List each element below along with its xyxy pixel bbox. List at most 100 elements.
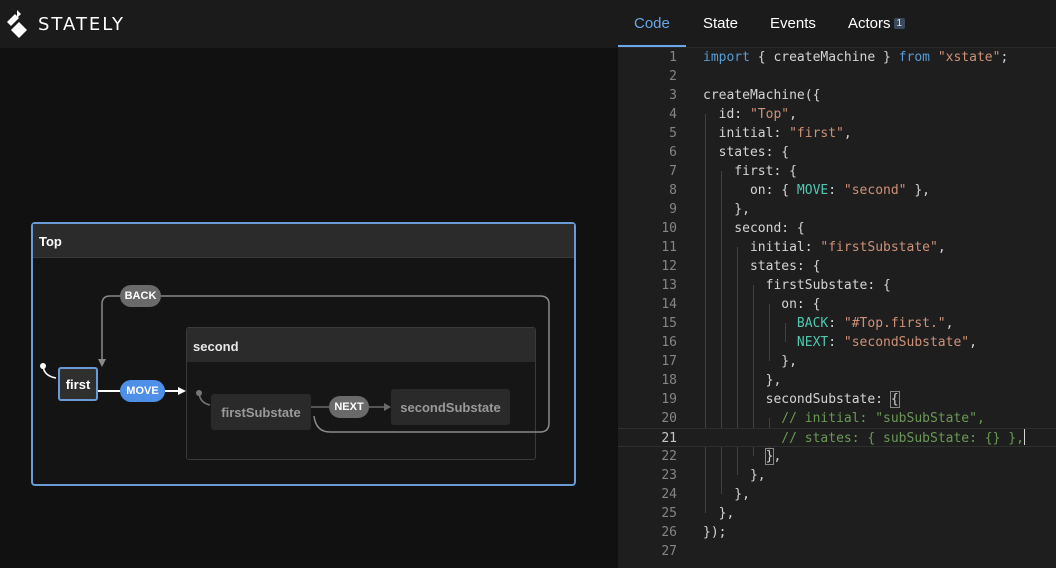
- code-line[interactable]: 16 NEXT: "secondSubstate",: [618, 333, 1056, 352]
- code-line[interactable]: 9 },: [618, 200, 1056, 219]
- code-token: { createMachine }: [749, 50, 899, 65]
- state-node-firstsubstate[interactable]: firstSubstate: [211, 394, 311, 430]
- brand[interactable]: STATELY: [6, 9, 125, 39]
- line-number: 10: [661, 221, 677, 236]
- code-line[interactable]: 20 // initial: "subSubState",: [618, 409, 1056, 428]
- tab-state[interactable]: State: [703, 15, 738, 32]
- code-line[interactable]: 1 import { createMachine } from "xstate";: [618, 48, 1056, 67]
- code-line[interactable]: 19 secondSubstate: {: [618, 390, 1056, 409]
- code-line[interactable]: 17 },: [618, 352, 1056, 371]
- code-line[interactable]: 3 createMachine({: [618, 86, 1056, 105]
- app-header: STATELY: [0, 0, 618, 48]
- line-number: 3: [669, 88, 677, 103]
- code-line[interactable]: 11 initial: "firstSubstate",: [618, 238, 1056, 257]
- code-text: firstSubstate: {: [703, 276, 891, 295]
- code-text: NEXT: "secondSubstate",: [703, 333, 977, 352]
- code-text: second: {: [703, 219, 805, 238]
- code-token: from: [898, 50, 930, 65]
- code-text: on: {: [703, 295, 820, 314]
- code-line[interactable]: 13 firstSubstate: {: [618, 276, 1056, 295]
- code-line[interactable]: 12 states: {: [618, 257, 1056, 276]
- event-next-button[interactable]: NEXT: [329, 396, 369, 418]
- code-line[interactable]: 6 states: {: [618, 143, 1056, 162]
- code-token: on: {: [703, 297, 821, 312]
- line-number: 21: [661, 431, 677, 446]
- code-line[interactable]: 27: [618, 542, 1056, 561]
- line-number: 13: [661, 278, 677, 293]
- line-number: 27: [661, 544, 677, 559]
- code-text: initial: "firstSubstate",: [703, 238, 946, 257]
- code-line[interactable]: 2: [618, 67, 1056, 86]
- code-token: NEXT: [796, 335, 829, 350]
- code-line[interactable]: 23 },: [618, 466, 1056, 485]
- code-token: },: [703, 506, 735, 521]
- line-number: 12: [661, 259, 677, 274]
- code-text: },: [703, 504, 735, 523]
- code-token: },: [703, 373, 782, 388]
- code-line[interactable]: 26});: [618, 523, 1056, 542]
- code-line[interactable]: 8 on: { MOVE: "second" },: [618, 181, 1056, 200]
- code-text: secondSubstate: {: [703, 390, 900, 409]
- code-token: ,: [773, 449, 782, 464]
- line-number: 19: [661, 392, 677, 407]
- code-token: second: {: [703, 221, 805, 236]
- code-token: "xstate": [937, 50, 1001, 65]
- code-token: // states: { subSubState: {} },: [781, 431, 1024, 446]
- code-line[interactable]: 7 first: {: [618, 162, 1056, 181]
- code-token: // initial: "subSubState",: [781, 411, 985, 426]
- line-number: 18: [661, 373, 677, 388]
- code-text: },: [703, 466, 766, 485]
- brand-name: STATELY: [38, 13, 125, 35]
- code-line[interactable]: 14 on: {: [618, 295, 1056, 314]
- line-number: 17: [661, 354, 677, 369]
- code-token: MOVE: [796, 183, 829, 198]
- code-token: "firstSubstate": [820, 240, 938, 255]
- code-line[interactable]: 10 second: {: [618, 219, 1056, 238]
- code-line[interactable]: 18 },: [618, 371, 1056, 390]
- code-token: });: [703, 525, 727, 540]
- line-number: 9: [669, 202, 677, 217]
- line-number: 4: [669, 107, 677, 122]
- code-token: "second": [843, 183, 907, 198]
- statechart-canvas[interactable]: Top second first firstSubstate secondSub…: [0, 48, 618, 568]
- side-panel: Code State Events Actors 1 1 import { crea…: [618, 0, 1056, 568]
- code-text: },: [703, 371, 782, 390]
- code-text: });: [703, 523, 726, 542]
- state-node-first[interactable]: first: [58, 367, 98, 401]
- code-line[interactable]: 15 BACK: "#Top.first.",: [618, 314, 1056, 333]
- state-node-second-label: second: [187, 328, 535, 362]
- text-cursor: [1023, 429, 1025, 445]
- code-line[interactable]: 25 },: [618, 504, 1056, 523]
- code-editor[interactable]: 1 import { createMachine } from "xstate";…: [618, 48, 1056, 568]
- line-number: 5: [669, 126, 677, 141]
- line-number: 23: [661, 468, 677, 483]
- code-line[interactable]: 5 initial: "first",: [618, 124, 1056, 143]
- actors-count-badge: 1: [893, 18, 906, 29]
- code-line[interactable]: 22 },: [618, 447, 1056, 466]
- tab-code[interactable]: Code: [634, 15, 670, 32]
- code-line[interactable]: 4 id: "Top",: [618, 105, 1056, 124]
- line-number: 25: [661, 506, 677, 521]
- event-move-button[interactable]: MOVE: [120, 380, 165, 402]
- code-token: ,: [843, 126, 852, 141]
- code-text: },: [703, 200, 750, 219]
- code-text: // states: { subSubState: {} },: [703, 429, 1025, 448]
- line-number: 26: [661, 525, 677, 540]
- state-node-secondsubstate[interactable]: secondSubstate: [391, 389, 510, 425]
- line-number: 11: [661, 240, 677, 255]
- code-token: "first": [789, 126, 844, 141]
- event-back-button[interactable]: BACK: [120, 285, 161, 307]
- tab-actors-label: Actors: [848, 15, 891, 32]
- tab-actors[interactable]: Actors 1: [848, 15, 906, 32]
- code-token: import: [703, 50, 750, 65]
- code-line[interactable]: 24 },: [618, 485, 1056, 504]
- code-token: },: [703, 468, 766, 483]
- code-line[interactable]: 21 // states: { subSubState: {} },: [618, 428, 1056, 447]
- code-token: ,: [945, 316, 954, 331]
- tab-events[interactable]: Events: [770, 15, 816, 32]
